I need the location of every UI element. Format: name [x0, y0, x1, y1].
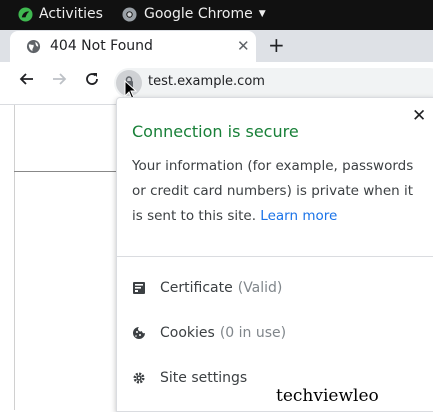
gear-icon [133, 372, 145, 384]
tab-title: 404 Not Found [50, 38, 153, 54]
tab-404-not-found[interactable]: 404 Not Found ✕ [10, 31, 256, 62]
url-text: test.example.com [148, 74, 265, 89]
connection-description: Your information (for example, passwords… [132, 154, 422, 229]
horizontal-rule [14, 171, 116, 172]
close-tab-icon[interactable]: ✕ [237, 37, 250, 55]
omnibox[interactable]: test.example.com [114, 68, 433, 98]
chrome-logo-icon [122, 6, 137, 22]
site-settings-row[interactable]: Site settings [132, 367, 247, 389]
learn-more-link[interactable]: Learn more [260, 208, 337, 224]
certificate-label: Certificate [160, 280, 233, 296]
gnome-top-bar: Activities Google Chrome ▼ [0, 0, 433, 30]
site-settings-label: Site settings [160, 370, 248, 386]
app-name-label: Google Chrome [144, 6, 253, 22]
globe-icon [26, 39, 41, 54]
gnome-logo-icon [18, 6, 33, 22]
new-tab-button[interactable]: + [268, 33, 285, 57]
certificate-status: (Valid) [237, 280, 283, 296]
chevron-down-icon: ▼ [258, 9, 266, 19]
reload-icon [86, 73, 98, 85]
cookies-count: (0 in use) [219, 325, 287, 341]
certificate-icon [133, 282, 145, 294]
back-button[interactable] [18, 71, 34, 92]
tab-strip: 404 Not Found ✕ + [0, 30, 433, 62]
reload-button[interactable] [84, 71, 100, 92]
activities-button[interactable]: Activities [18, 6, 103, 22]
activities-label: Activities [39, 6, 103, 22]
certificate-row[interactable]: Certificate (Valid) [132, 277, 282, 299]
close-popup-icon[interactable]: ✕ [412, 106, 426, 126]
page-content [0, 105, 15, 410]
cookie-icon [133, 327, 145, 339]
cookies-label: Cookies [160, 325, 215, 341]
arrow-right-icon [53, 73, 67, 85]
cookies-row[interactable]: Cookies (0 in use) [132, 322, 286, 344]
arrow-left-icon [19, 73, 33, 85]
watermark: techviewleo [272, 383, 433, 410]
divider [117, 256, 433, 257]
app-menu[interactable]: Google Chrome ▼ [122, 6, 266, 22]
page-info-bubble: ✕ Connection is secure Your information … [116, 97, 433, 412]
forward-button[interactable] [52, 71, 68, 92]
connection-status-heading: Connection is secure [132, 122, 299, 141]
